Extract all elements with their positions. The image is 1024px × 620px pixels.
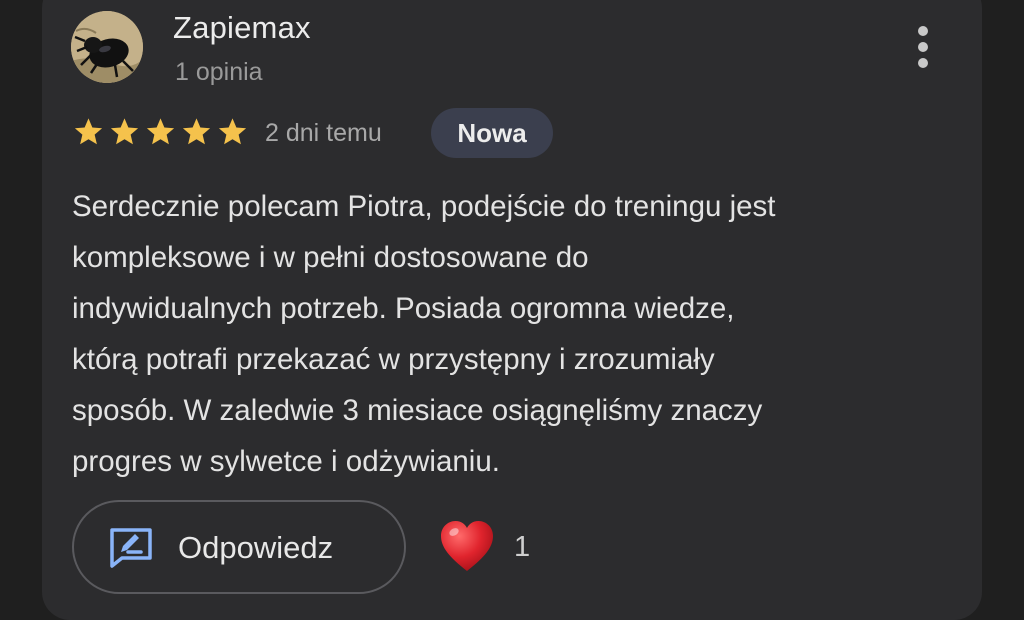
- reply-button[interactable]: Odpowiedz: [72, 500, 406, 594]
- reply-edit-icon: [110, 528, 152, 568]
- beetle-icon: [71, 11, 143, 83]
- reply-label: Odpowiedz: [178, 530, 334, 565]
- author-review-count: 1 opinia: [175, 58, 263, 86]
- star-icon: [182, 118, 211, 145]
- star-icon: [110, 118, 139, 145]
- star-icon: [146, 118, 175, 145]
- star-icon: [218, 118, 247, 145]
- red-heart-icon[interactable]: [439, 519, 495, 575]
- author-avatar[interactable]: [71, 11, 143, 83]
- star-icon: [74, 118, 103, 145]
- star-rating: [72, 116, 249, 148]
- reaction-count: 1: [514, 531, 531, 563]
- review-text: Serdecznie polecam Piotra, podejście do …: [72, 190, 776, 478]
- new-badge: Nowa: [431, 108, 553, 158]
- more-vertical-icon-dot: [918, 42, 928, 52]
- more-vertical-icon-dot: [918, 58, 928, 68]
- more-vertical-icon: [918, 26, 928, 36]
- more-options-button[interactable]: [903, 22, 943, 72]
- author-name[interactable]: Zapiemax: [173, 10, 311, 46]
- review-time: 2 dni temu: [265, 119, 382, 147]
